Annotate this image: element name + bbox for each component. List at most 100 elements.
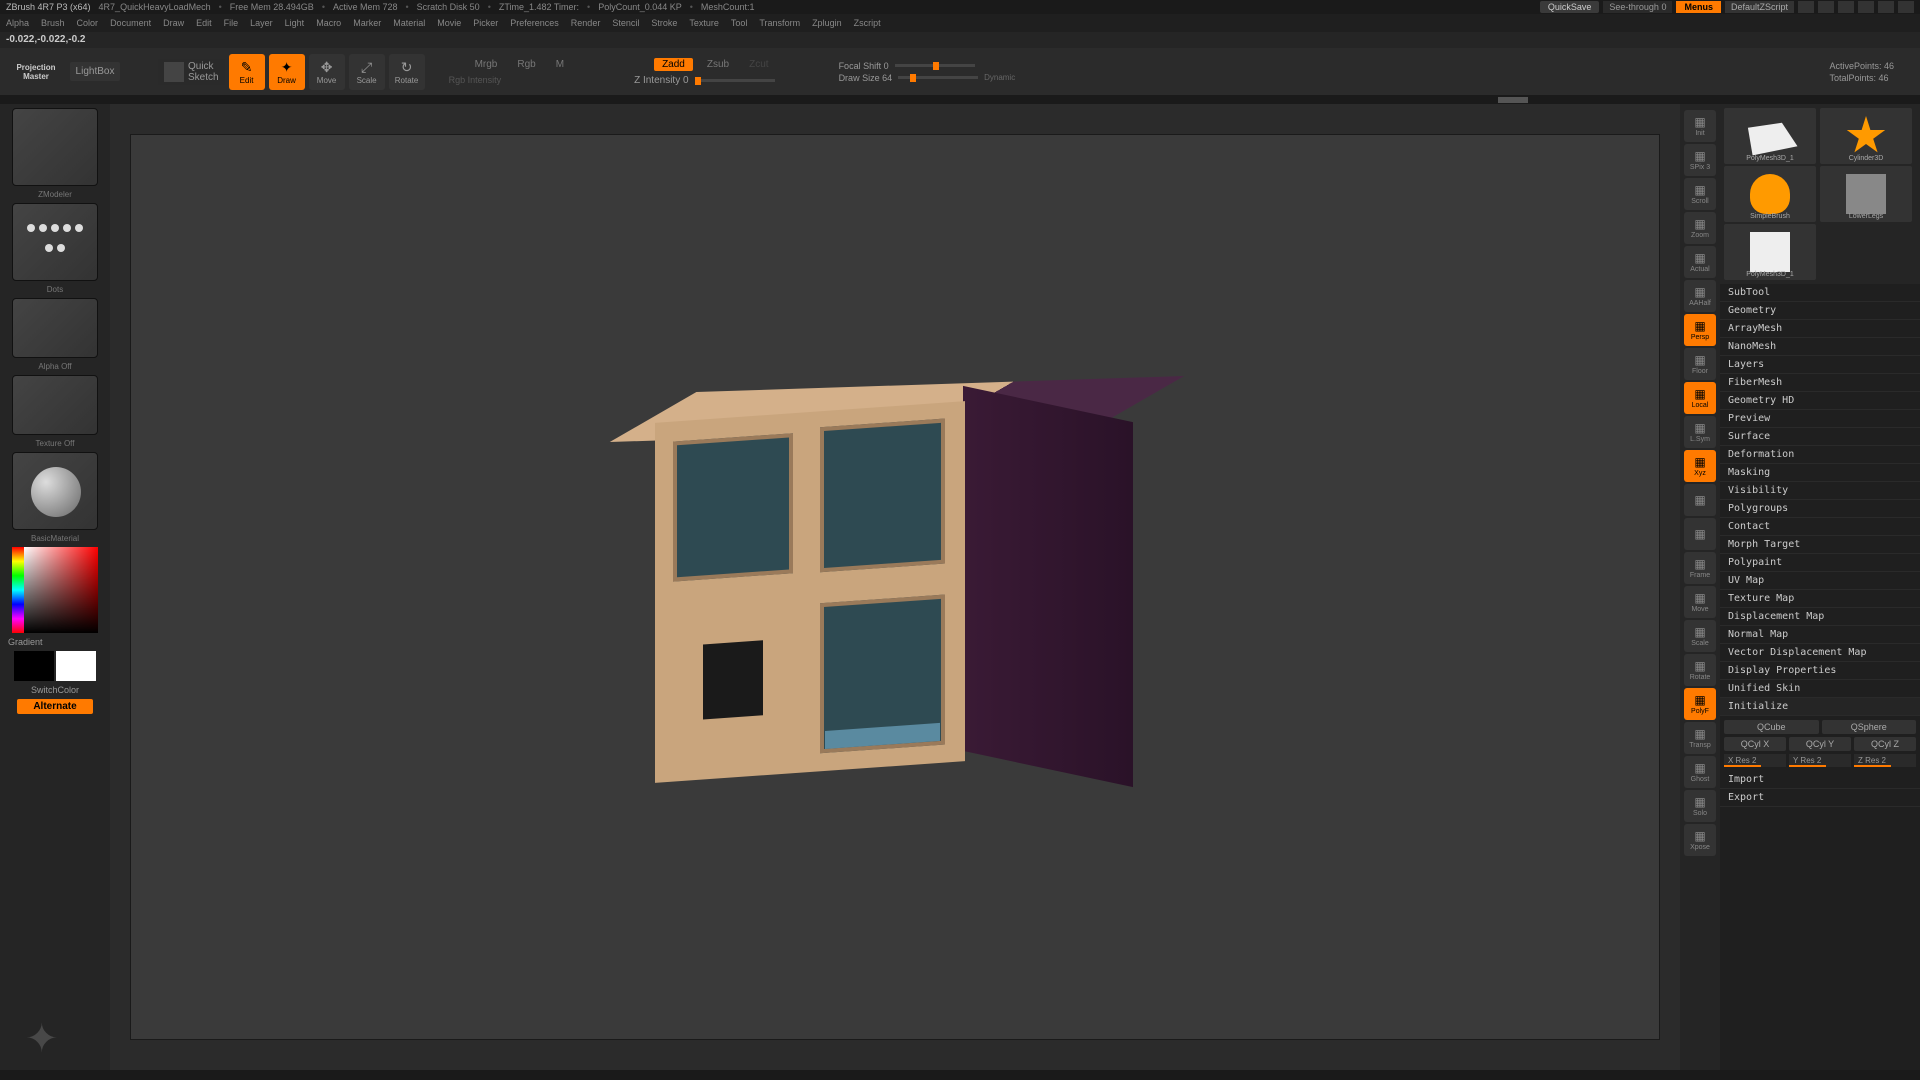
- side-init[interactable]: ▦Init: [1684, 110, 1716, 142]
- menu-edit[interactable]: Edit: [196, 18, 212, 28]
- side-move[interactable]: ▦Move: [1684, 586, 1716, 618]
- thumb-simplebrush[interactable]: SimpleBrush: [1724, 166, 1816, 222]
- acc-polypaint[interactable]: Polypaint: [1720, 554, 1920, 572]
- switch-color[interactable]: SwitchColor: [31, 685, 79, 695]
- menu-light[interactable]: Light: [285, 18, 305, 28]
- acc-subtool[interactable]: SubTool: [1720, 284, 1920, 302]
- acc-arraymesh[interactable]: ArrayMesh: [1720, 320, 1920, 338]
- default-zscript[interactable]: DefaultZScript: [1725, 1, 1794, 13]
- thumb-polymesh3d_1[interactable]: PolyMesh3D_1: [1724, 108, 1816, 164]
- zsub-button[interactable]: Zsub: [701, 58, 735, 71]
- quicksave-button[interactable]: QuickSave: [1540, 1, 1600, 13]
- side-aahalf[interactable]: ▦AAHalf: [1684, 280, 1716, 312]
- swatch-white[interactable]: [56, 651, 96, 681]
- acc-unified-skin[interactable]: Unified Skin: [1720, 680, 1920, 698]
- menu-preferences[interactable]: Preferences: [510, 18, 559, 28]
- edit-button[interactable]: ✎Edit: [229, 54, 265, 90]
- import-button[interactable]: Import: [1720, 771, 1920, 789]
- acc-polygroups[interactable]: Polygroups: [1720, 500, 1920, 518]
- side-btn[interactable]: ▦: [1684, 484, 1716, 516]
- side-l.sym[interactable]: ▦L.Sym: [1684, 416, 1716, 448]
- acc-uv-map[interactable]: UV Map: [1720, 572, 1920, 590]
- side-ghost[interactable]: ▦Ghost: [1684, 756, 1716, 788]
- qsphere-button[interactable]: QSphere: [1822, 720, 1917, 734]
- h-scrollbar[interactable]: [0, 96, 1920, 104]
- side-transp[interactable]: ▦Transp: [1684, 722, 1716, 754]
- menu-material[interactable]: Material: [393, 18, 425, 28]
- acc-display-properties[interactable]: Display Properties: [1720, 662, 1920, 680]
- mrgb-button[interactable]: Mrgb: [469, 58, 504, 71]
- acc-geometry[interactable]: Geometry: [1720, 302, 1920, 320]
- side-polyf[interactable]: ▦PolyF: [1684, 688, 1716, 720]
- brush-thumb[interactable]: [12, 108, 98, 186]
- side-scale[interactable]: ▦Scale: [1684, 620, 1716, 652]
- acc-geometry-hd[interactable]: Geometry HD: [1720, 392, 1920, 410]
- move-button[interactable]: ✥Move: [309, 54, 345, 90]
- menus-button[interactable]: Menus: [1676, 1, 1721, 13]
- acc-displacement-map[interactable]: Displacement Map: [1720, 608, 1920, 626]
- draw-size[interactable]: Draw Size 64: [839, 73, 893, 83]
- qcylx-button[interactable]: QCyl X: [1724, 737, 1786, 751]
- side-xpose[interactable]: ▦Xpose: [1684, 824, 1716, 856]
- menu-render[interactable]: Render: [571, 18, 601, 28]
- viewport[interactable]: [130, 134, 1660, 1040]
- xres-slider[interactable]: X Res 2: [1724, 754, 1786, 767]
- side-solo[interactable]: ▦Solo: [1684, 790, 1716, 822]
- side-frame[interactable]: ▦Frame: [1684, 552, 1716, 584]
- alpha-thumb[interactable]: [12, 298, 98, 358]
- sys-icon[interactable]: [1818, 1, 1834, 13]
- acc-normal-map[interactable]: Normal Map: [1720, 626, 1920, 644]
- texture-thumb[interactable]: [12, 375, 98, 435]
- menu-color[interactable]: Color: [77, 18, 99, 28]
- menu-alpha[interactable]: Alpha: [6, 18, 29, 28]
- menu-transform[interactable]: Transform: [759, 18, 800, 28]
- material-thumb[interactable]: [12, 452, 98, 530]
- side-xyz[interactable]: ▦Xyz: [1684, 450, 1716, 482]
- scale-button[interactable]: ⤢Scale: [349, 54, 385, 90]
- side-btn[interactable]: ▦: [1684, 518, 1716, 550]
- menu-document[interactable]: Document: [110, 18, 151, 28]
- acc-surface[interactable]: Surface: [1720, 428, 1920, 446]
- menu-picker[interactable]: Picker: [473, 18, 498, 28]
- export-button[interactable]: Export: [1720, 789, 1920, 807]
- acc-visibility[interactable]: Visibility: [1720, 482, 1920, 500]
- thumb-lowerlegs[interactable]: LowerLegs: [1820, 166, 1912, 222]
- zcut-button[interactable]: Zcut: [743, 58, 774, 71]
- menu-brush[interactable]: Brush: [41, 18, 65, 28]
- yres-slider[interactable]: Y Res 2: [1789, 754, 1851, 767]
- acc-layers[interactable]: Layers: [1720, 356, 1920, 374]
- menu-stencil[interactable]: Stencil: [612, 18, 639, 28]
- menu-draw[interactable]: Draw: [163, 18, 184, 28]
- acc-deformation[interactable]: Deformation: [1720, 446, 1920, 464]
- sys-icon[interactable]: [1798, 1, 1814, 13]
- side-floor[interactable]: ▦Floor: [1684, 348, 1716, 380]
- side-persp[interactable]: ▦Persp: [1684, 314, 1716, 346]
- side-local[interactable]: ▦Local: [1684, 382, 1716, 414]
- minimize-icon[interactable]: [1858, 1, 1874, 13]
- menu-texture[interactable]: Texture: [689, 18, 719, 28]
- menu-stroke[interactable]: Stroke: [651, 18, 677, 28]
- acc-morph-target[interactable]: Morph Target: [1720, 536, 1920, 554]
- seethrough-button[interactable]: See-through 0: [1603, 1, 1672, 13]
- thumb-cylinder3d[interactable]: Cylinder3D: [1820, 108, 1912, 164]
- thumb-polymesh3d_1[interactable]: PolyMesh3D_1: [1724, 224, 1816, 280]
- sys-icon[interactable]: [1838, 1, 1854, 13]
- menu-file[interactable]: File: [224, 18, 239, 28]
- stroke-thumb[interactable]: [12, 203, 98, 281]
- projection-master[interactable]: Projection Master: [6, 61, 66, 83]
- menu-layer[interactable]: Layer: [250, 18, 273, 28]
- acc-nanomesh[interactable]: NanoMesh: [1720, 338, 1920, 356]
- quick-sketch[interactable]: Quick Sketch: [158, 59, 225, 85]
- acc-contact[interactable]: Contact: [1720, 518, 1920, 536]
- menu-movie[interactable]: Movie: [437, 18, 461, 28]
- acc-texture-map[interactable]: Texture Map: [1720, 590, 1920, 608]
- zadd-button[interactable]: Zadd: [654, 58, 693, 71]
- acc-preview[interactable]: Preview: [1720, 410, 1920, 428]
- side-actual[interactable]: ▦Actual: [1684, 246, 1716, 278]
- rotate-button[interactable]: ↻Rotate: [389, 54, 425, 90]
- menu-macro[interactable]: Macro: [316, 18, 341, 28]
- qcube-button[interactable]: QCube: [1724, 720, 1819, 734]
- close-icon[interactable]: [1898, 1, 1914, 13]
- menu-zplugin[interactable]: Zplugin: [812, 18, 842, 28]
- qcyly-button[interactable]: QCyl Y: [1789, 737, 1851, 751]
